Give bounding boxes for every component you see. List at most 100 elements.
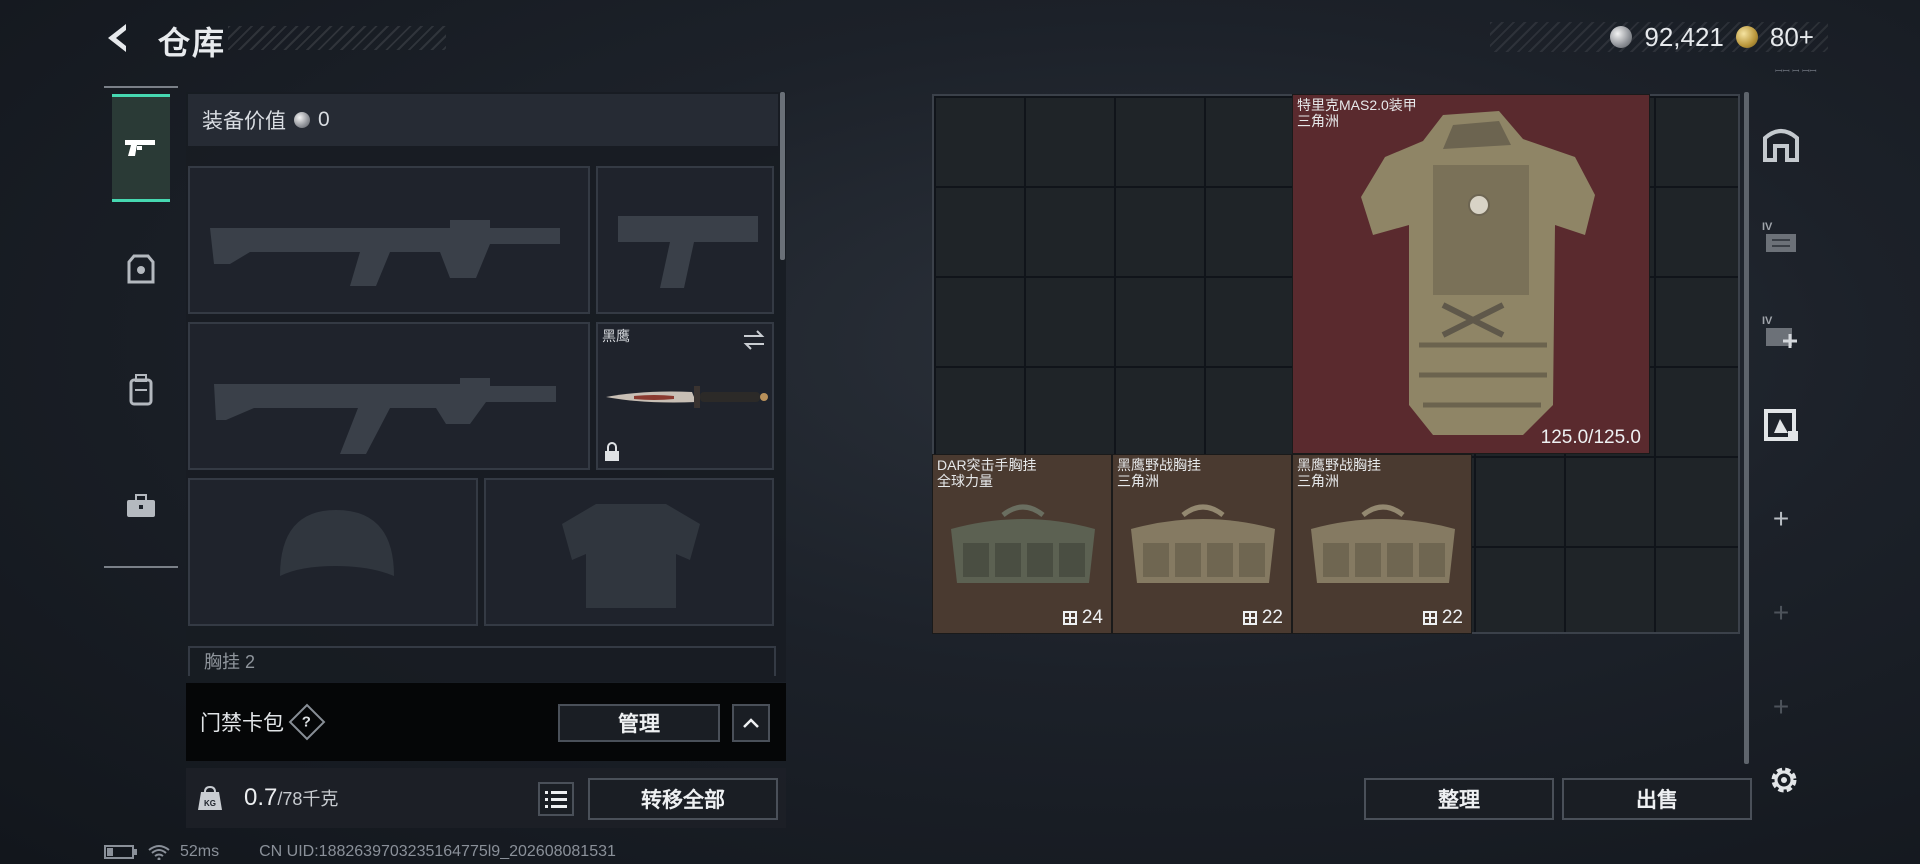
sell-button[interactable]: 出售 bbox=[1562, 778, 1752, 820]
header-tiny-text: ꟷꟷ ꟷ ꟷꟷ bbox=[1775, 66, 1817, 76]
wifi-icon bbox=[148, 845, 170, 860]
settings-button[interactable] bbox=[1766, 762, 1802, 798]
tab-weapons[interactable] bbox=[112, 94, 170, 202]
manage-button[interactable]: 管理 bbox=[558, 704, 720, 742]
item-name-line2: 三角洲 bbox=[1297, 473, 1339, 489]
expansion-box-icon: IV bbox=[1762, 221, 1796, 252]
helmet-silhouette-icon bbox=[280, 510, 394, 576]
chest-rig-section-label: 胸挂 2 bbox=[188, 646, 776, 676]
grid-capacity-icon bbox=[1422, 611, 1437, 625]
ping-value: 52ms bbox=[180, 843, 220, 860]
equipment-value-bar: 装备价值 0 bbox=[188, 94, 778, 146]
status-bar: 52ms CN UID:1882639703235164775l9_202608… bbox=[104, 843, 616, 861]
stash-page-add-4[interactable]: IV bbox=[1758, 308, 1804, 354]
stash-item-chest-rig[interactable]: DAR突击手胸挂 全球力量 24 bbox=[932, 454, 1112, 634]
category-tab-rail bbox=[104, 86, 178, 568]
plus-icon: + bbox=[1772, 503, 1790, 534]
plus-icon: + bbox=[1772, 597, 1790, 628]
stash-page-main[interactable] bbox=[1758, 120, 1804, 166]
stash-item-armor[interactable]: 特里克MAS2.0装甲 三角洲 125.0/125.0 bbox=[1292, 94, 1650, 454]
keycard-case-label: 门禁卡包 bbox=[200, 712, 284, 735]
pistol-silhouette-icon bbox=[618, 216, 758, 288]
back-arrow-icon[interactable] bbox=[100, 20, 136, 56]
expansion-add-icon: IV bbox=[1762, 315, 1797, 348]
armor-vest-icon bbox=[127, 254, 155, 284]
item-name-line1: 黑鹰野战胸挂 bbox=[1297, 457, 1381, 473]
battery-icon bbox=[104, 845, 137, 859]
currency-display: 92,421 80+ bbox=[1490, 22, 1828, 52]
rifle-silhouette-icon bbox=[214, 378, 556, 454]
stash-page-rail: IV IV + + + bbox=[1748, 92, 1814, 764]
special-container-icon bbox=[1764, 409, 1798, 441]
uid-text: CN UID:1882639703235164775l9_20260808153… bbox=[259, 843, 616, 860]
list-view-button[interactable] bbox=[538, 782, 574, 816]
chest-rig-image bbox=[1131, 504, 1275, 583]
equipment-value: 0 bbox=[318, 108, 330, 131]
body-armor-image bbox=[1361, 111, 1595, 435]
collapse-button[interactable] bbox=[732, 704, 770, 742]
capacity: 22 bbox=[1422, 607, 1463, 629]
weight-icon: KG bbox=[198, 785, 222, 810]
transfer-all-button[interactable]: 转移全部 bbox=[588, 778, 778, 820]
tab-gear[interactable] bbox=[112, 216, 170, 324]
melee-name: 黑鹰 bbox=[602, 328, 630, 344]
chest-rig-image bbox=[951, 504, 1095, 583]
warehouse-icon bbox=[1763, 129, 1799, 162]
pistol-slot[interactable] bbox=[596, 166, 774, 314]
list-icon bbox=[545, 791, 567, 808]
silver-amount: 92,421 bbox=[1644, 21, 1724, 52]
silver-coin-icon bbox=[1610, 26, 1633, 48]
gold-coin-icon bbox=[1735, 26, 1758, 48]
title-decoration bbox=[228, 26, 446, 50]
grid-capacity-icon bbox=[1242, 611, 1257, 625]
chevron-up-icon bbox=[743, 718, 759, 728]
sort-button[interactable]: 整理 bbox=[1364, 778, 1554, 820]
lock-icon bbox=[605, 442, 619, 461]
capacity: 24 bbox=[1062, 607, 1103, 629]
rifle-silhouette-icon bbox=[210, 220, 560, 286]
melee-slot[interactable]: 黑鹰 bbox=[596, 322, 774, 470]
item-name-line1: DAR突击手胸挂 bbox=[937, 457, 1037, 473]
add-stash-page-button[interactable]: + bbox=[1758, 684, 1804, 730]
grid-capacity-icon bbox=[1062, 611, 1077, 625]
add-stash-page-button[interactable]: + bbox=[1758, 496, 1804, 542]
armor-silhouette-icon bbox=[562, 504, 700, 608]
capacity: 22 bbox=[1242, 607, 1283, 629]
help-icon[interactable]: ? bbox=[288, 703, 326, 741]
page-title: 仓库 bbox=[158, 25, 227, 61]
chest-rig-image bbox=[1311, 504, 1455, 583]
gear-icon bbox=[1771, 767, 1797, 793]
swap-icon[interactable] bbox=[742, 330, 766, 350]
stash-item-chest-rig[interactable]: 黑鹰野战胸挂 三角洲 22 bbox=[1112, 454, 1292, 634]
item-name-line2: 全球力量 bbox=[937, 473, 993, 489]
help-glyph: ? bbox=[302, 713, 312, 731]
knife-icon bbox=[606, 386, 768, 408]
gold-amount: 80+ bbox=[1769, 21, 1814, 52]
durability-value: 125.0/125.0 bbox=[1540, 427, 1641, 448]
stash-page-special[interactable] bbox=[1758, 402, 1804, 448]
stash-item-chest-rig[interactable]: 黑鹰野战胸挂 三角洲 22 bbox=[1292, 454, 1472, 634]
max-weight: /78千克 bbox=[277, 789, 339, 809]
stash-page-4[interactable]: IV bbox=[1758, 214, 1804, 260]
plus-icon: + bbox=[1772, 691, 1790, 722]
svg-text:KG: KG bbox=[204, 799, 216, 808]
armor-slot[interactable] bbox=[484, 478, 774, 626]
helmet-slot[interactable] bbox=[188, 478, 478, 626]
equipment-value-label: 装备价值 bbox=[202, 110, 286, 133]
backpack-icon bbox=[129, 374, 153, 406]
pistol-icon bbox=[125, 140, 155, 156]
item-name-line2: 三角洲 bbox=[1117, 473, 1159, 489]
tab-kit[interactable] bbox=[112, 452, 170, 560]
item-name-line1: 黑鹰野战胸挂 bbox=[1117, 457, 1201, 473]
primary-weapon-slot[interactable] bbox=[188, 166, 590, 314]
silver-coin-icon bbox=[294, 112, 310, 128]
add-stash-page-button[interactable]: + bbox=[1758, 590, 1804, 636]
current-weight: 0.7 bbox=[244, 784, 278, 811]
capacity-value: 22 bbox=[1261, 607, 1283, 628]
secondary-weapon-slot[interactable] bbox=[188, 322, 590, 470]
tab-backpack[interactable] bbox=[112, 336, 170, 444]
loadout-scrollbar[interactable] bbox=[780, 92, 785, 260]
capacity-value: 22 bbox=[1441, 607, 1463, 628]
svg-text:IV: IV bbox=[1762, 315, 1773, 327]
briefcase-icon bbox=[127, 494, 155, 517]
